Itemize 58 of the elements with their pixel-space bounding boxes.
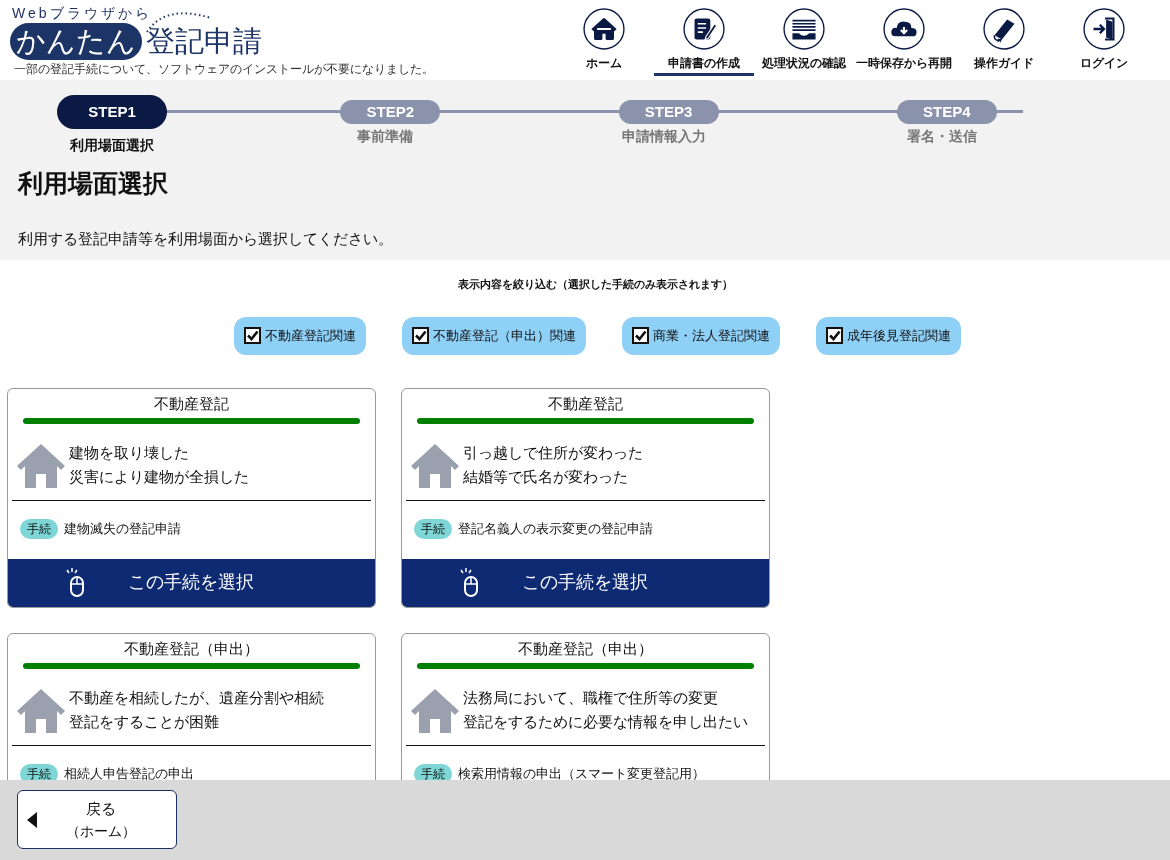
step-pill: STEP2 xyxy=(340,100,441,124)
filter-chip[interactable]: 成年後見登記関連 xyxy=(815,316,961,355)
checkbox[interactable] xyxy=(243,327,261,344)
nav-tab[interactable]: ホーム xyxy=(554,8,654,76)
filter-chip[interactable]: 不動産登記（申出）関連 xyxy=(401,316,586,355)
procedure-name: 登記名義人の表示変更の登記申請 xyxy=(458,519,653,538)
checkbox[interactable] xyxy=(825,327,843,344)
procedure-name: 相続人申告登記の申出 xyxy=(64,764,194,780)
caret-icon xyxy=(27,812,37,828)
procedure-tag: 手続 xyxy=(20,763,58,780)
step-caption: 署名・送信 xyxy=(905,127,978,146)
step-caption: 利用場面選択 xyxy=(69,136,155,155)
cloud-download-icon xyxy=(883,8,925,50)
nav-tab[interactable]: ログイン xyxy=(1054,8,1154,76)
instruction-text: 利用する登記申請等を利用場面から選択してください。 xyxy=(18,229,394,249)
filter-chip[interactable]: 商業・法人登記関連 xyxy=(621,316,780,355)
procedure-name: 検索用情報の申出（スマート変更登記用） xyxy=(458,764,705,780)
step-pill: STEP3 xyxy=(618,100,719,124)
situation-text: 不動産を相続したが、遺産分割や相続 登記をすることが困難 xyxy=(69,687,324,732)
tray-icon xyxy=(783,8,825,50)
procedure-tag: 手続 xyxy=(414,518,452,539)
logo-tagline: 一部の登記手続について、ソフトウェアのインストールが不要になりました。 xyxy=(14,62,434,77)
card-category: 不動産登記 xyxy=(153,393,230,414)
house-icon xyxy=(409,441,461,488)
document-pencil-icon xyxy=(683,8,725,50)
step-caption: 申請情報入力 xyxy=(620,127,707,146)
logo-rounded-text: かんたん xyxy=(10,23,142,60)
select-procedure-button[interactable]: この手続を選択 xyxy=(402,558,769,607)
step-caption: 事前準備 xyxy=(356,127,415,146)
procedure-tag: 手続 xyxy=(414,763,452,780)
checkbox[interactable] xyxy=(411,327,429,344)
logo-subtitle: Webブラウザから xyxy=(11,4,152,22)
step-pill: STEP1 xyxy=(57,95,167,129)
page-title: 利用場面選択 xyxy=(18,168,168,198)
card-category: 不動産登記 xyxy=(547,393,624,414)
nav-tab[interactable]: 操作ガイド xyxy=(954,8,1054,76)
filter-label: 表示内容を絞り込む（選択した手続のみ表示されます） xyxy=(456,277,734,292)
situation-text: 法務局において、職権で住所等の変更 登記をするために必要な情報を申し出たい xyxy=(463,687,748,732)
select-procedure-button[interactable]: この手続を選択 xyxy=(8,558,375,607)
login-icon xyxy=(1083,8,1125,50)
home-icon xyxy=(583,8,625,50)
procedure-tag: 手続 xyxy=(20,518,58,539)
house-icon xyxy=(409,686,461,733)
house-icon xyxy=(15,686,67,733)
back-button[interactable]: 戻る （ホーム） xyxy=(17,790,177,849)
nav-tab[interactable]: 処理状況の確認 xyxy=(754,8,854,76)
nav-tab[interactable]: 一時保存から再開 xyxy=(854,8,954,76)
checkbox[interactable] xyxy=(631,327,649,344)
filter-chip[interactable]: 不動産登記関連 xyxy=(233,316,366,355)
card-category: 不動産登記（申出） xyxy=(123,638,260,659)
step-pill: STEP4 xyxy=(896,100,997,124)
nav-tab[interactable]: 申請書の作成 xyxy=(654,8,754,76)
procedure-name: 建物滅失の登記申請 xyxy=(64,519,181,538)
house-icon xyxy=(15,441,67,488)
card-category: 不動産登記（申出） xyxy=(517,638,654,659)
situation-text: 引っ越しで住所が変わった 結婚等で氏名が変わった xyxy=(463,442,643,487)
situation-text: 建物を取り壊した 災害により建物が全損した xyxy=(69,442,249,487)
logo-title: 登記申請 xyxy=(146,24,262,59)
